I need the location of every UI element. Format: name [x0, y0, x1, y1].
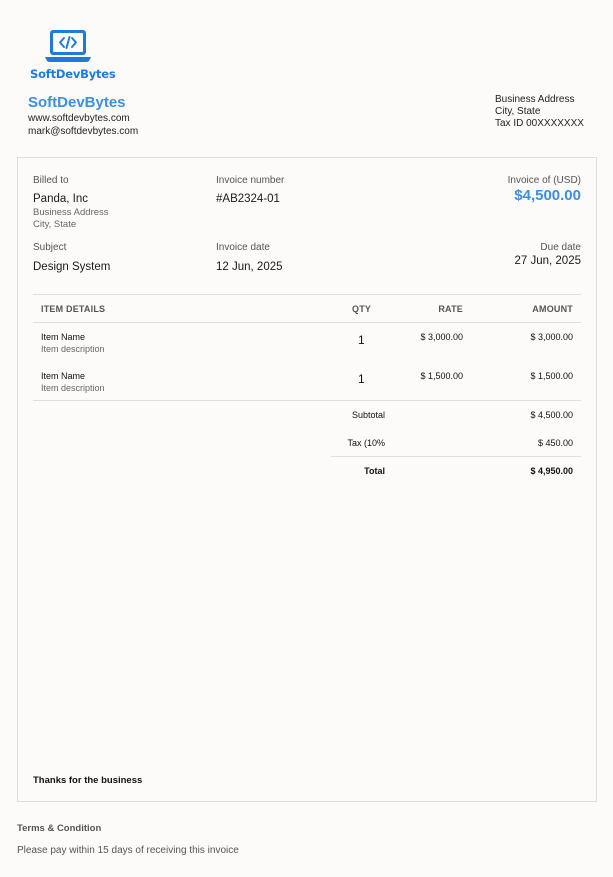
item-amount: $ 3,000.00 [530, 332, 573, 342]
company-name: SoftDevBytes [28, 94, 126, 111]
laptop-code-icon [45, 30, 91, 62]
invoice-date-label: Invoice date [216, 242, 270, 253]
company-email[interactable]: mark@softdevbytes.com [28, 125, 138, 138]
terms-body: Please pay within 15 days of receiving t… [17, 845, 239, 856]
invoice-number-label: Invoice number [216, 175, 285, 186]
billed-to-name: Panda, Inc [33, 193, 88, 205]
item-amount: $ 1,500.00 [530, 371, 573, 381]
item-description: Item description [41, 344, 105, 354]
invoice-total-label: Invoice of (USD) [507, 175, 581, 186]
subject-value: Design System [33, 261, 111, 273]
due-date-value: 27 Jun, 2025 [514, 255, 581, 267]
item-rate: $ 1,500.00 [420, 371, 463, 381]
table-header-divider [33, 322, 581, 323]
business-tax-id: Tax ID 00XXXXXXX [495, 118, 584, 129]
header-item-details: ITEM DETAILS [41, 304, 106, 314]
total-value: $ 4,950.00 [530, 466, 573, 476]
subject-label: Subject [33, 242, 67, 253]
item-name: Item Name [41, 332, 86, 342]
business-address: Business Address [495, 94, 575, 105]
due-date-label: Due date [540, 242, 581, 253]
header-qty: QTY [352, 304, 372, 314]
item-rate: $ 3,000.00 [420, 332, 463, 342]
table-bottom-divider [33, 400, 581, 401]
invoice-date-value: 12 Jun, 2025 [216, 261, 283, 273]
logo-text: SoftDevBytes [30, 67, 116, 81]
table-top-divider [33, 294, 581, 295]
billed-to-address: Business Address [33, 207, 109, 218]
invoice-number-value: #AB2324-01 [216, 193, 280, 205]
thanks-note: Thanks for the business [33, 775, 143, 786]
subtotal-label: Subtotal [351, 410, 385, 420]
item-qty: 1 [358, 372, 365, 386]
brand-logo: SoftDevBytes [30, 28, 116, 81]
billed-to-label: Billed to [33, 175, 69, 186]
invoice-card: Billed to Panda, Inc Business Address Ci… [17, 157, 597, 802]
tax-value: $ 450.00 [537, 438, 573, 448]
company-info: SoftDevBytes www.softdevbytes.com mark@s… [28, 94, 138, 138]
header-rate: RATE [438, 304, 463, 314]
total-label: Total [364, 466, 385, 476]
subtotal-value: $ 4,500.00 [530, 410, 573, 420]
header-amount: AMOUNT [532, 304, 573, 314]
item-qty: 1 [358, 333, 365, 347]
total-divider [331, 456, 581, 457]
business-city: City, State [495, 106, 541, 117]
business-address-block: Business Address City, State Tax ID 00XX… [495, 94, 584, 130]
item-description: Item description [41, 383, 105, 393]
tax-label: Tax (10% [347, 438, 385, 448]
item-name: Item Name [41, 371, 86, 381]
terms-title: Terms & Condition [17, 823, 102, 834]
invoice-total-value: $4,500.00 [514, 187, 581, 204]
billed-to-city: City, State [33, 219, 77, 230]
company-website[interactable]: www.softdevbytes.com [28, 112, 138, 125]
